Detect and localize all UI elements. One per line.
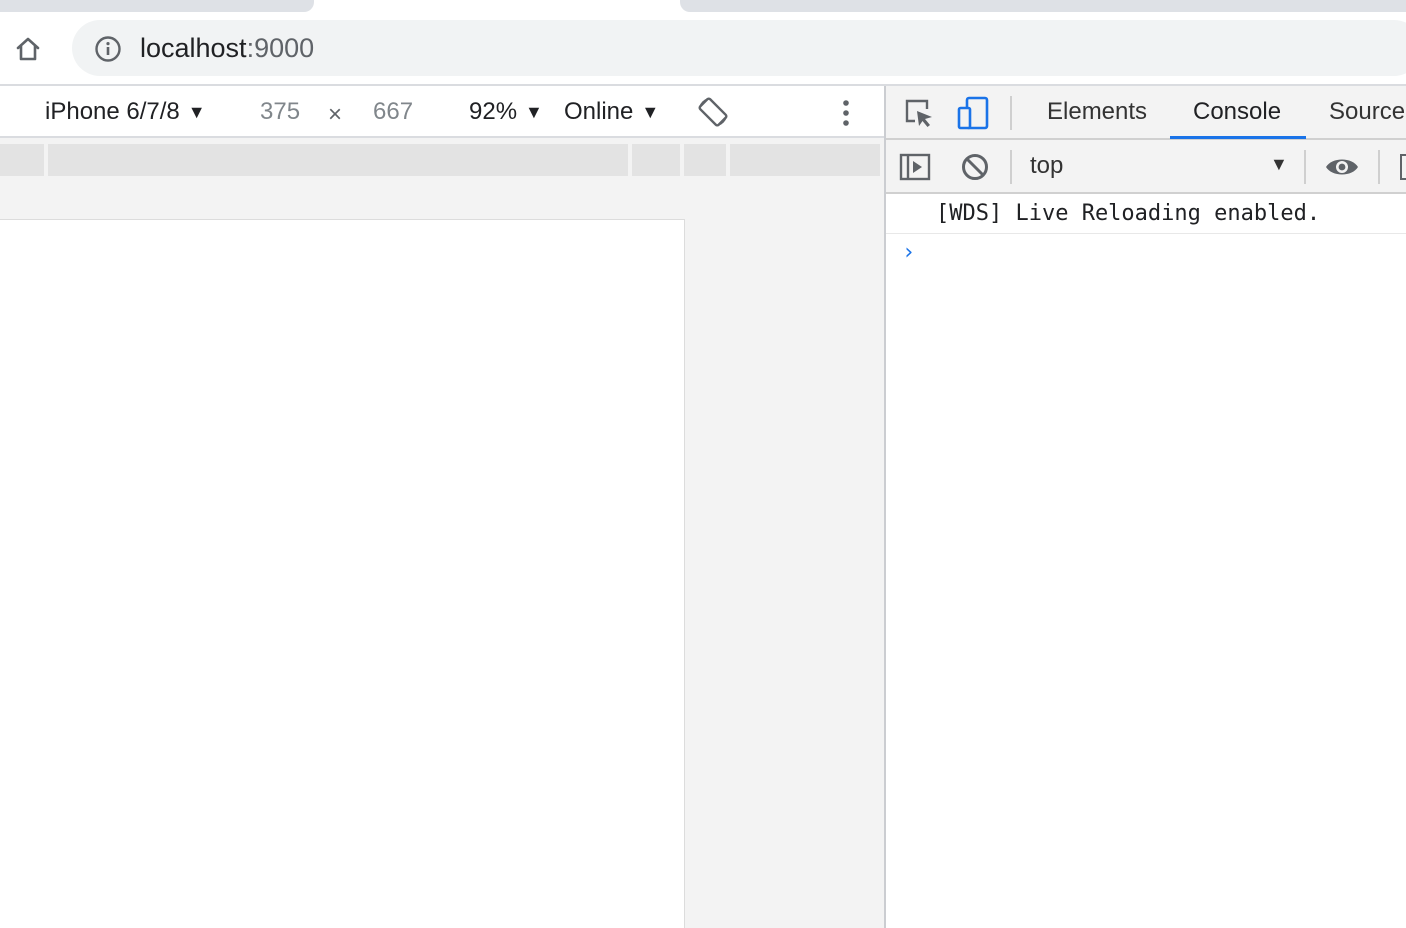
live-expression-icon[interactable]	[1324, 152, 1360, 182]
tab-console[interactable]: Console	[1193, 86, 1281, 138]
chevron-down-icon[interactable]: ▼	[1270, 154, 1288, 175]
chevron-down-icon: ▼	[187, 101, 206, 122]
device-emulation-pane: iPhone 6/7/8 ▼ 375 × 667 92% ▼ Online ▼	[0, 86, 884, 928]
browser-toolbar: localhost:9000	[0, 14, 1406, 84]
clear-console-button[interactable]	[956, 148, 994, 186]
address-bar[interactable]: localhost:9000	[72, 20, 1406, 76]
device-toggle-icon	[957, 96, 989, 130]
media-query-segment[interactable]	[48, 144, 628, 176]
console-message-text: [WDS] Live Reloading enabled.	[936, 201, 1321, 226]
media-query-bar	[0, 144, 884, 176]
devtools-tabbar: Elements Console Source	[886, 86, 1406, 140]
console-prompt-icon[interactable]: ›	[902, 240, 915, 265]
media-query-segment[interactable]	[632, 144, 680, 176]
zoom-select[interactable]: 92% ▼	[469, 86, 543, 138]
chevron-down-icon: ▼	[641, 101, 660, 122]
home-icon	[16, 37, 40, 61]
tab-sources[interactable]: Source	[1329, 86, 1405, 138]
throttle-label: Online	[564, 98, 634, 125]
device-select[interactable]: iPhone 6/7/8 ▼	[45, 86, 206, 138]
media-query-segment[interactable]	[684, 144, 726, 176]
tab-label: Source	[1329, 98, 1406, 125]
console-message[interactable]: [WDS] Live Reloading enabled.	[886, 194, 1406, 234]
url-host: localhost	[140, 33, 247, 63]
tab-strip	[0, 0, 1406, 14]
info-icon[interactable]	[94, 35, 122, 63]
width-value: 375	[260, 98, 301, 125]
times-icon: ×	[328, 89, 342, 141]
device-toggle-button[interactable]	[954, 94, 992, 132]
console-toolbar: top ▼	[886, 140, 1406, 194]
devtools-panel: Elements Console Source top ▼ [WDS] Live…	[886, 86, 1406, 928]
show-sidebar-icon	[899, 153, 931, 181]
toolbar-divider	[1378, 150, 1380, 184]
device-toolbar: iPhone 6/7/8 ▼ 375 × 667 92% ▼ Online ▼	[0, 86, 884, 138]
tab-label: Console	[1193, 98, 1282, 125]
rotate-icon[interactable]	[696, 95, 730, 129]
toolbar-divider	[1304, 150, 1306, 184]
throttle-select[interactable]: Online ▼	[564, 86, 659, 138]
toolbar-divider	[1010, 150, 1012, 184]
more-vert-icon[interactable]	[836, 98, 856, 128]
clear-console-icon	[962, 154, 988, 180]
chevron-down-icon: ▼	[525, 101, 543, 122]
media-query-segment[interactable]	[0, 144, 44, 176]
tab-elements[interactable]: Elements	[1047, 86, 1147, 138]
url-port: :9000	[246, 33, 315, 63]
filter-toggle-icon[interactable]	[1400, 154, 1406, 180]
url-text[interactable]: localhost:9000	[140, 32, 314, 64]
active-tab-indicator	[1170, 136, 1306, 139]
zoom-label: 92%	[469, 98, 518, 125]
tab-label: Elements	[1047, 98, 1148, 125]
inspect-element-icon	[905, 99, 932, 127]
height-input[interactable]: 667	[373, 86, 413, 138]
background-tab-left[interactable]	[0, 0, 314, 12]
context-label: top	[1030, 152, 1064, 179]
width-input[interactable]: 375	[260, 86, 300, 138]
inspect-button[interactable]	[900, 94, 938, 132]
emulated-viewport[interactable]	[0, 219, 685, 928]
height-value: 667	[373, 98, 414, 125]
execution-context-select[interactable]: top	[1030, 140, 1063, 192]
toolbar-divider	[1010, 96, 1012, 130]
background-tab-right[interactable]	[680, 0, 1406, 12]
times-symbol: ×	[328, 101, 343, 128]
home-button[interactable]	[10, 32, 46, 66]
show-sidebar-button[interactable]	[896, 148, 934, 186]
device-label: iPhone 6/7/8	[45, 98, 180, 125]
media-query-segment[interactable]	[730, 144, 880, 176]
